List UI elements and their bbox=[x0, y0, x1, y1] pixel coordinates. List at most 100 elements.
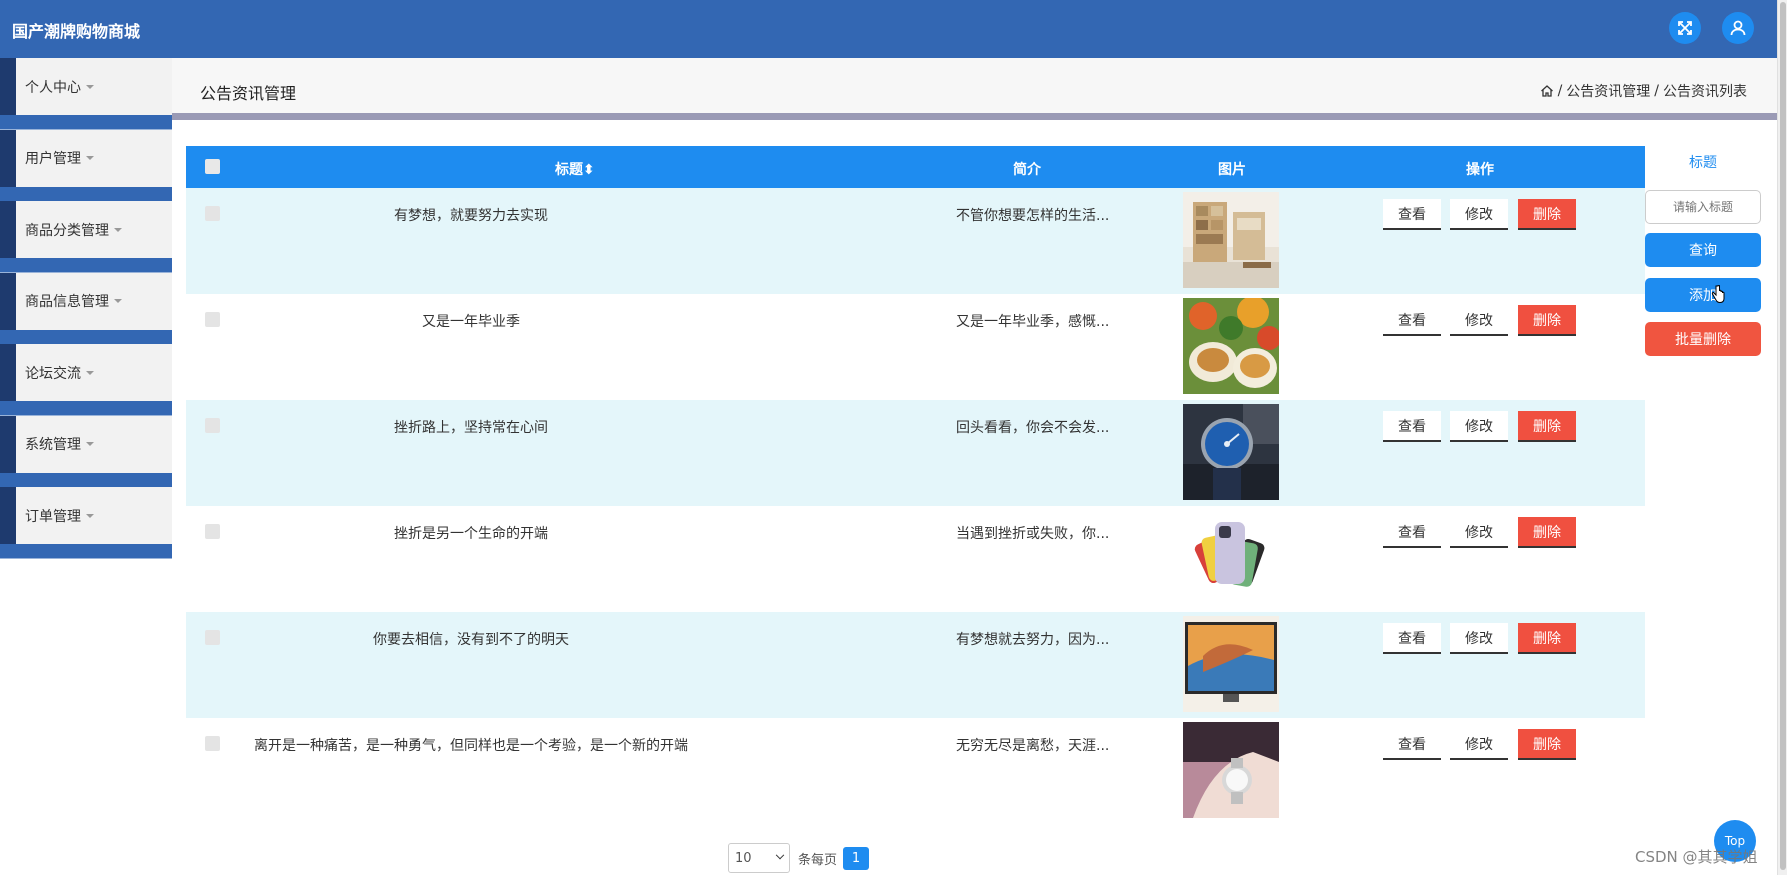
row-title: 挫折是另一个生命的开端 bbox=[394, 526, 548, 542]
tv-screen-photo bbox=[1183, 616, 1279, 712]
caret-down-icon bbox=[86, 156, 94, 160]
per-page-label: 条每页 bbox=[798, 852, 838, 868]
row-title: 你要去相信，没有到不了的明天 bbox=[373, 632, 569, 648]
sidebar-item-label: 系统管理 bbox=[25, 437, 81, 453]
row-checkbox[interactable] bbox=[205, 630, 220, 645]
top-header: 国产潮牌购物商城 bbox=[0, 0, 1777, 58]
add-button[interactable]: 添加 bbox=[1645, 278, 1761, 312]
sidebar-divider bbox=[0, 258, 172, 273]
smartphones-photo bbox=[1183, 510, 1279, 606]
sidebar-item-order-management[interactable]: 订单管理 bbox=[16, 487, 172, 544]
table-row: 挫折是另一个生命的开端 当遇到挫折或失败，你... 查看 修改 删除 bbox=[186, 506, 1645, 612]
column-header-intro: 简介 bbox=[1013, 162, 1041, 178]
table-row: 你要去相信，没有到不了的明天 有梦想就去努力，因为... 查看 修改 删除 bbox=[186, 612, 1645, 718]
pagination: 10 条每页 1 bbox=[728, 843, 870, 873]
table-row: 离开是一种痛苦，是一种勇气，但同样也是一个考验，是一个新的开端 无穷无尽是离愁，… bbox=[186, 718, 1645, 824]
delete-button[interactable]: 删除 bbox=[1518, 517, 1576, 548]
sidebar-item-personal-center[interactable]: 个人中心 bbox=[16, 58, 172, 115]
sidebar-item-forum[interactable]: 论坛交流 bbox=[16, 344, 172, 401]
batch-delete-button[interactable]: 批量删除 bbox=[1645, 322, 1761, 356]
table-row: 挫折路上，坚持常在心间 回头看看，你会不会发... 查看 修改 删除 bbox=[186, 400, 1645, 506]
row-intro: 有梦想就去努力，因为... bbox=[956, 632, 1110, 648]
row-intro: 当遇到挫折或失败，你... bbox=[956, 526, 1110, 542]
breadcrumb-separator: / bbox=[1654, 83, 1659, 99]
vertical-scrollbar[interactable] bbox=[1777, 0, 1787, 875]
edit-button[interactable]: 修改 bbox=[1450, 199, 1508, 230]
breadcrumb-item-module[interactable]: 公告资讯管理 bbox=[1566, 81, 1650, 101]
room-furniture-photo bbox=[1183, 192, 1279, 288]
sidebar: 个人中心 用户管理 商品分类管理 商品信息管理 论坛交流 系统管理 订单管理 bbox=[0, 58, 172, 559]
user-button[interactable] bbox=[1722, 12, 1754, 44]
title-divider bbox=[172, 113, 1777, 120]
sidebar-item-product-management[interactable]: 商品信息管理 bbox=[16, 272, 172, 330]
query-button[interactable]: 查询 bbox=[1645, 233, 1761, 267]
sidebar-edge bbox=[0, 129, 16, 187]
row-checkbox[interactable] bbox=[205, 418, 220, 433]
caret-down-icon bbox=[86, 370, 94, 375]
sidebar-item-label: 商品分类管理 bbox=[25, 222, 109, 239]
sidebar-item-user-management[interactable]: 用户管理 bbox=[16, 129, 172, 187]
page-number-button[interactable]: 1 bbox=[843, 846, 870, 870]
edit-button[interactable]: 修改 bbox=[1450, 305, 1508, 336]
user-icon bbox=[1730, 20, 1746, 36]
row-checkbox[interactable] bbox=[205, 312, 220, 327]
column-header-image: 图片 bbox=[1218, 162, 1246, 178]
edit-button[interactable]: 修改 bbox=[1450, 623, 1508, 654]
delete-button[interactable]: 删除 bbox=[1518, 623, 1576, 654]
scrollbar-thumb[interactable] bbox=[1780, 2, 1786, 870]
column-header-title[interactable]: 标题⬍ bbox=[555, 159, 595, 179]
edit-button[interactable]: 修改 bbox=[1450, 411, 1508, 442]
row-intro: 又是一年毕业季，感慨... bbox=[956, 314, 1110, 330]
sidebar-item-category-management[interactable]: 商品分类管理 bbox=[16, 201, 172, 258]
edit-button[interactable]: 修改 bbox=[1450, 517, 1508, 548]
page-title-bar: 公告资讯管理 / 公告资讯管理 / 公告资讯列表 bbox=[172, 58, 1777, 113]
view-button[interactable]: 查看 bbox=[1383, 305, 1441, 336]
row-title: 有梦想，就要努力去实现 bbox=[394, 208, 548, 224]
caret-down-icon bbox=[114, 227, 122, 232]
chevron-down-icon bbox=[775, 850, 785, 860]
sidebar-divider bbox=[0, 401, 172, 416]
view-button[interactable]: 查看 bbox=[1383, 517, 1441, 548]
sidebar-item-label: 论坛交流 bbox=[25, 365, 81, 382]
edit-button[interactable]: 修改 bbox=[1450, 729, 1508, 760]
breadcrumb-item-list: 公告资讯列表 bbox=[1663, 84, 1747, 100]
home-icon[interactable] bbox=[1540, 84, 1554, 98]
row-checkbox[interactable] bbox=[205, 524, 220, 539]
sidebar-edge bbox=[0, 415, 16, 473]
page-title: 公告资讯管理 bbox=[200, 84, 297, 103]
row-title: 挫折路上，坚持常在心间 bbox=[394, 420, 548, 436]
wristwatch-photo bbox=[1183, 404, 1279, 500]
sidebar-item-system-management[interactable]: 系统管理 bbox=[16, 415, 172, 473]
row-checkbox[interactable] bbox=[205, 206, 220, 221]
view-button[interactable]: 查看 bbox=[1383, 729, 1441, 760]
column-header-label: 标题 bbox=[555, 162, 583, 178]
expand-icon bbox=[1678, 21, 1692, 35]
caret-down-icon bbox=[114, 299, 122, 303]
table-row: 有梦想，就要努力去实现 不管你想要怎样的生活... 查看 修改 删除 bbox=[186, 188, 1645, 294]
sidebar-edge bbox=[0, 344, 16, 401]
row-intro: 回头看看，你会不会发... bbox=[956, 420, 1110, 436]
page-size-select[interactable]: 10 bbox=[728, 843, 790, 873]
sidebar-edge bbox=[0, 201, 16, 258]
delete-button[interactable]: 删除 bbox=[1518, 729, 1576, 760]
select-all-checkbox[interactable] bbox=[205, 159, 220, 174]
app-title: 国产潮牌购物商城 bbox=[12, 22, 141, 41]
news-table: 标题⬍ 简介 图片 操作 有梦想，就要努力去实现 不管你想要怎样的生活... 查… bbox=[186, 146, 1645, 824]
watermark: CSDN @其其学姐 bbox=[1635, 848, 1758, 866]
view-button[interactable]: 查看 bbox=[1383, 199, 1441, 230]
delete-button[interactable]: 删除 bbox=[1518, 411, 1576, 442]
breadcrumb: / 公告资讯管理 / 公告资讯列表 bbox=[1540, 81, 1747, 101]
row-intro: 无穷无尽是离愁，天涯... bbox=[956, 738, 1110, 754]
delete-button[interactable]: 删除 bbox=[1518, 199, 1576, 230]
row-checkbox[interactable] bbox=[205, 736, 220, 751]
sidebar-item-label: 订单管理 bbox=[25, 508, 81, 525]
fullscreen-button[interactable] bbox=[1669, 12, 1701, 44]
sidebar-divider bbox=[0, 115, 172, 130]
view-button[interactable]: 查看 bbox=[1383, 623, 1441, 654]
title-search-input[interactable] bbox=[1645, 190, 1761, 224]
food-dishes-photo bbox=[1183, 298, 1279, 394]
hand-cursor-icon bbox=[1711, 285, 1725, 303]
view-button[interactable]: 查看 bbox=[1383, 411, 1441, 442]
table-row: 又是一年毕业季 又是一年毕业季，感慨... 查看 修改 删除 bbox=[186, 294, 1645, 400]
delete-button[interactable]: 删除 bbox=[1518, 305, 1576, 336]
